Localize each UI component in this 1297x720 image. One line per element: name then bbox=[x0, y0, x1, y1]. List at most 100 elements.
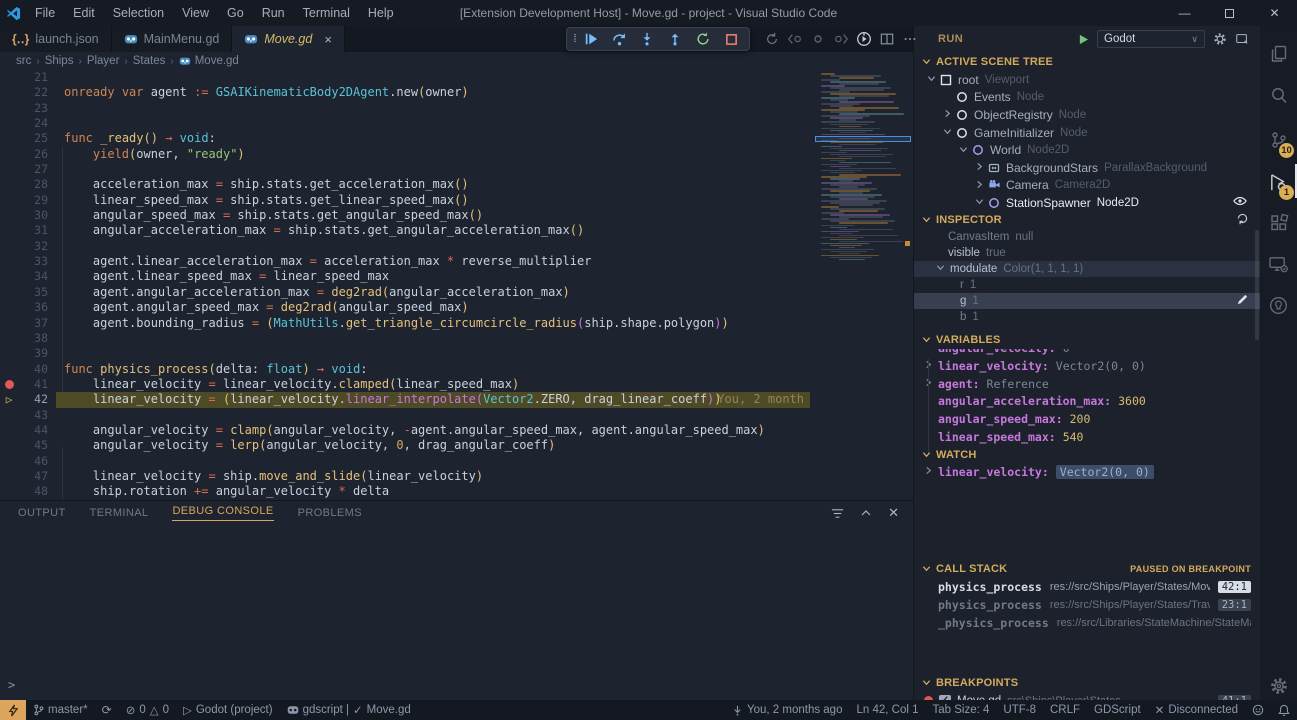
minimap[interactable] bbox=[815, 70, 911, 500]
gutter[interactable]: 39 bbox=[0, 346, 56, 361]
filter-icon[interactable] bbox=[831, 505, 844, 521]
gutter[interactable]: 28 bbox=[0, 177, 56, 192]
godot-tools-icon[interactable] bbox=[1260, 285, 1297, 325]
run-circle-icon[interactable] bbox=[854, 28, 874, 50]
code-line-36[interactable]: 36 agent.angular_speed_max = deg2rad(ang… bbox=[0, 300, 913, 315]
variable-row-linear_velocity[interactable]: linear_velocity:Vector2(0, 0) bbox=[914, 357, 1261, 375]
notifications-item[interactable] bbox=[1271, 700, 1297, 720]
debug-console-prompt[interactable]: > bbox=[8, 678, 15, 692]
gutter[interactable]: 36 bbox=[0, 300, 56, 315]
gutter[interactable]: 45 bbox=[0, 438, 56, 453]
code-line-23[interactable]: 23 bbox=[0, 101, 913, 116]
code-line-47[interactable]: 47 linear_velocity = ship.move_and_slide… bbox=[0, 469, 913, 484]
menu-item-selection[interactable]: Selection bbox=[104, 0, 173, 26]
tab-move-gd[interactable]: Move.gd× bbox=[232, 26, 345, 52]
gutter[interactable]: 40 bbox=[0, 362, 56, 377]
godot-project-item[interactable]: ▷ Godot (project) bbox=[176, 700, 280, 720]
gutter[interactable]: 33 bbox=[0, 254, 56, 269]
gutter[interactable]: 32 bbox=[0, 239, 56, 254]
menu-item-terminal[interactable]: Terminal bbox=[294, 0, 359, 26]
chevron-up-icon[interactable] bbox=[860, 505, 872, 521]
breakpoints-header[interactable]: BREAKPOINTS bbox=[914, 674, 1261, 692]
gutter[interactable]: 31 bbox=[0, 223, 56, 238]
scene-tree-node-events[interactable]: EventsNode bbox=[914, 89, 1261, 107]
sync-icon[interactable] bbox=[762, 28, 782, 50]
code-line-38[interactable]: 38 bbox=[0, 331, 913, 346]
gutter[interactable]: 24 bbox=[0, 116, 56, 131]
call-stack-frame-2[interactable]: _physics_processres://src/Libraries/Stat… bbox=[914, 614, 1261, 632]
code-line-43[interactable]: 43 bbox=[0, 408, 913, 423]
variable-row-angular_velocity[interactable]: angular_velocity:0 bbox=[914, 349, 1070, 357]
chevron-right-icon[interactable] bbox=[972, 162, 986, 173]
gutter[interactable]: 34 bbox=[0, 269, 56, 284]
chevron-right-icon[interactable] bbox=[924, 466, 933, 478]
variable-row-linear_speed_max[interactable]: linear_speed_max:540 bbox=[914, 428, 1261, 446]
code-line-26[interactable]: 26 yield(owner, "ready") bbox=[0, 147, 913, 162]
pencil-icon[interactable] bbox=[1236, 293, 1249, 309]
inspector-row-canvasitem[interactable]: CanvasItemnull bbox=[914, 229, 1261, 245]
gutter[interactable]: 48 bbox=[0, 484, 56, 499]
gutter[interactable]: 43 bbox=[0, 408, 56, 423]
code-line-29[interactable]: 29 linear_speed_max = ship.stats.get_lin… bbox=[0, 193, 913, 208]
scene-tree-node-backgroundstars[interactable]: BackgroundStarsParallaxBackground bbox=[914, 159, 1261, 177]
call-stack-header[interactable]: CALL STACKPAUSED ON BREAKPOINT bbox=[914, 560, 1261, 578]
gutter[interactable]: 37 bbox=[0, 316, 56, 331]
call-stack-frame-0[interactable]: physics_processres://src/Ships/Player/St… bbox=[914, 578, 1261, 596]
code-line-39[interactable]: 39 bbox=[0, 346, 913, 361]
code-line-40[interactable]: 40func physics_process(delta: float) → v… bbox=[0, 362, 913, 377]
variable-row-linear_velocity[interactable]: linear_velocity:Vector2(0, 0) bbox=[914, 463, 1261, 481]
menu-item-go[interactable]: Go bbox=[218, 0, 253, 26]
code-line-45[interactable]: 45 angular_velocity = lerp(angular_veloc… bbox=[0, 438, 913, 453]
inspector-row-g[interactable]: g1 bbox=[914, 293, 1261, 309]
menu-item-view[interactable]: View bbox=[173, 0, 218, 26]
files-icon[interactable] bbox=[1260, 34, 1297, 74]
close-button[interactable]: ✕ bbox=[1252, 0, 1297, 26]
restart-icon[interactable] bbox=[691, 28, 715, 50]
gutter[interactable]: 23 bbox=[0, 101, 56, 116]
breakpoint-indicator[interactable] bbox=[0, 380, 18, 389]
more-icon[interactable] bbox=[900, 28, 920, 50]
breadcrumb-item-ships[interactable]: Ships bbox=[45, 55, 74, 67]
source-control-icon[interactable]: 10 bbox=[1260, 120, 1297, 160]
remote-indicator[interactable] bbox=[0, 700, 26, 720]
menu-item-edit[interactable]: Edit bbox=[64, 0, 104, 26]
step-over-icon[interactable] bbox=[607, 28, 631, 50]
inspector-row-modulate[interactable]: modulateColor(1, 1, 1, 1) bbox=[914, 261, 1261, 277]
menu-item-help[interactable]: Help bbox=[359, 0, 403, 26]
code-line-37[interactable]: 37 agent.bounding_radius = (MathUtils.ge… bbox=[0, 316, 913, 331]
code-line-25[interactable]: 25func _ready() → void: bbox=[0, 131, 913, 146]
extensions-icon[interactable] bbox=[1260, 203, 1297, 243]
variables-header[interactable]: VARIABLES bbox=[914, 331, 1261, 349]
refresh-icon[interactable] bbox=[1236, 212, 1249, 228]
code-line-27[interactable]: 27 bbox=[0, 162, 913, 177]
chevron-right-icon[interactable] bbox=[940, 109, 954, 120]
tab-size[interactable]: Tab Size: 4 bbox=[925, 700, 996, 720]
inspector-header[interactable]: INSPECTOR bbox=[914, 211, 1261, 229]
problems-item[interactable]: ⊘ 0 △ 0 bbox=[119, 700, 176, 720]
close-tab-icon[interactable]: × bbox=[324, 32, 332, 47]
step-into-icon[interactable] bbox=[635, 28, 659, 50]
gutter[interactable]: 29 bbox=[0, 193, 56, 208]
git-branch-item[interactable]: master* bbox=[26, 700, 95, 720]
code-line-48[interactable]: 48 ship.rotation += angular_velocity * d… bbox=[0, 484, 913, 499]
blame-item[interactable]: You, 2 months ago bbox=[725, 700, 849, 720]
language-mode[interactable]: GDScript bbox=[1087, 700, 1148, 720]
start-debug-icon[interactable] bbox=[1078, 34, 1089, 45]
connection-status[interactable]: ✕ Disconnected bbox=[1148, 700, 1245, 720]
feedback-item[interactable] bbox=[1245, 700, 1271, 720]
code-line-42[interactable]: ▷42 linear_velocity = (linear_velocity.l… bbox=[0, 392, 913, 407]
chevron-right-icon[interactable] bbox=[972, 180, 986, 191]
drag-handle-icon[interactable]: ⁞⁞ bbox=[573, 33, 575, 45]
continue-icon[interactable] bbox=[579, 28, 603, 50]
stop-icon[interactable] bbox=[719, 28, 743, 50]
code-line-21[interactable]: 21 bbox=[0, 70, 913, 85]
nav-forward-icon[interactable] bbox=[831, 28, 851, 50]
breadcrumb-item-player[interactable]: Player bbox=[87, 55, 120, 67]
gear-icon[interactable] bbox=[1213, 32, 1227, 46]
scene-tree-node-world[interactable]: WorldNode2D bbox=[914, 141, 1261, 159]
tab-mainmenu-gd[interactable]: MainMenu.gd bbox=[112, 26, 233, 52]
debug-console-icon[interactable] bbox=[1235, 32, 1249, 46]
nav-back-icon[interactable] bbox=[785, 28, 805, 50]
panel-tab-terminal[interactable]: TERMINAL bbox=[90, 507, 149, 519]
gutter[interactable]: 41 bbox=[0, 377, 56, 392]
